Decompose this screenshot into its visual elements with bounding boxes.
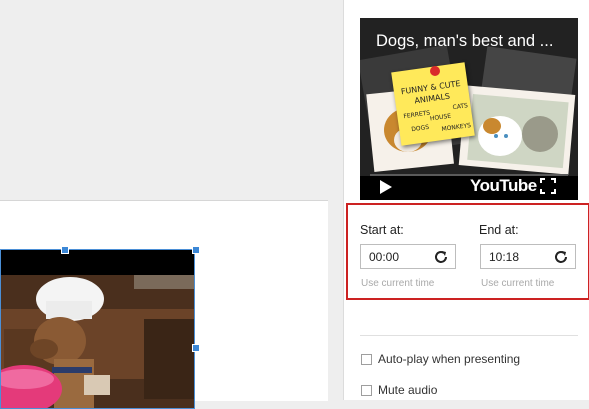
start-use-current-time[interactable]: Use current time — [361, 278, 434, 289]
start-at-label: Start at: — [360, 223, 404, 237]
refresh-icon[interactable] — [433, 249, 449, 265]
note-monkeys: MONKEYS — [441, 121, 472, 134]
note-ferrets: FERRETS — [402, 109, 431, 121]
slide-canvas-area — [0, 0, 343, 409]
play-icon[interactable] — [380, 180, 392, 194]
mute-audio-label[interactable]: Mute audio — [378, 383, 437, 397]
selected-video-thumbnail[interactable] — [0, 249, 195, 409]
section-divider — [360, 335, 578, 336]
video-options-panel: FUNNY & CUTE ANIMALS FERRETS CATS HOUSE … — [343, 0, 589, 400]
fullscreen-icon[interactable] — [540, 178, 556, 194]
mute-audio-checkbox[interactable] — [361, 385, 372, 396]
youtube-logo[interactable]: YouTube — [470, 176, 537, 196]
resize-handle-right[interactable] — [192, 344, 200, 352]
note-dogs: DOGS — [410, 123, 430, 134]
autoplay-checkbox[interactable] — [361, 354, 372, 365]
start-time-value: 00:00 — [369, 250, 400, 264]
push-pin-icon — [430, 66, 440, 76]
end-time-value: 10:18 — [489, 250, 520, 264]
note-house: HOUSE — [429, 112, 452, 123]
note-cats: CATS — [452, 102, 469, 112]
end-time-input[interactable]: 10:18 — [480, 244, 576, 269]
autoplay-label[interactable]: Auto-play when presenting — [378, 352, 520, 366]
resize-handle-top[interactable] — [61, 246, 69, 254]
video-title: Dogs, man's best and ... — [376, 32, 554, 50]
video-preview[interactable]: FUNNY & CUTE ANIMALS FERRETS CATS HOUSE … — [360, 18, 578, 200]
end-use-current-time[interactable]: Use current time — [481, 278, 554, 289]
start-time-input[interactable]: 00:00 — [360, 244, 456, 269]
dog-chef-image — [0, 275, 195, 409]
end-at-label: End at: — [479, 223, 519, 237]
resize-handle-top-right[interactable] — [192, 246, 200, 254]
video-progress-bar[interactable] — [370, 174, 568, 176]
refresh-icon[interactable] — [553, 249, 569, 265]
